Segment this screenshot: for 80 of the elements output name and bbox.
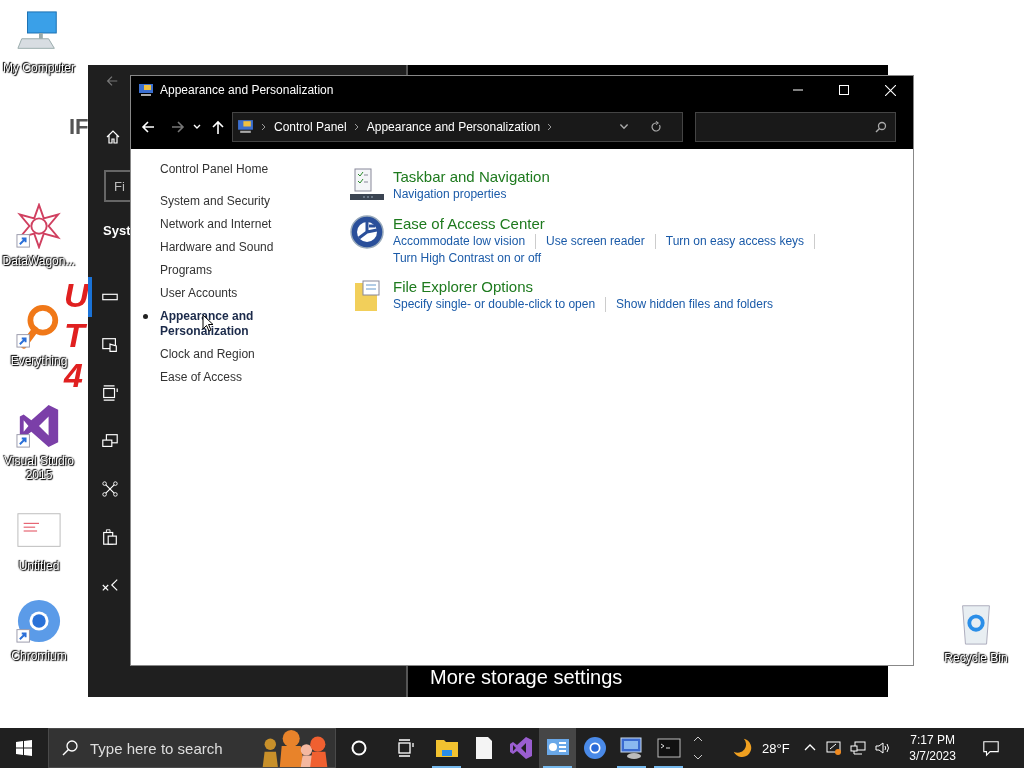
search-input[interactable]: Type here to search — [88, 738, 242, 758]
clock-date[interactable]: 3/7/2023 — [909, 748, 956, 764]
wallpaper-text: U — [64, 276, 89, 315]
task-link[interactable]: Show hidden files and folders — [616, 297, 773, 312]
star-pattern-icon[interactable] — [16, 203, 62, 249]
network-icon[interactable] — [849, 740, 866, 756]
task-link[interactable]: Turn High Contrast on or off — [393, 251, 542, 266]
category-link[interactable]: Hardware and Sound — [141, 240, 290, 255]
control-panel-icon — [138, 82, 154, 98]
category-link[interactable]: System and Security — [141, 194, 290, 209]
category-link[interactable]: Programs — [141, 263, 290, 278]
back-arrow-icon[interactable] — [140, 118, 156, 135]
section-title-link[interactable]: File Explorer Options — [393, 277, 534, 297]
wallpaper-text: T — [64, 316, 85, 355]
wallpaper-text: IF — [69, 114, 89, 140]
desktop-icon-label[interactable]: Untitled — [0, 559, 78, 573]
task-link[interactable]: Accommodate low vision — [393, 234, 537, 249]
search-icon — [62, 740, 78, 756]
chevron-icon[interactable] — [353, 122, 360, 131]
search-icon[interactable] — [875, 120, 887, 133]
moon-icon[interactable] — [731, 737, 753, 759]
project-icon — [101, 432, 119, 450]
refresh-icon[interactable] — [650, 120, 662, 133]
maximize-icon — [839, 85, 849, 95]
clipboard-icon — [101, 528, 119, 546]
close-icon — [884, 84, 896, 96]
chromium-icon[interactable] — [16, 598, 62, 644]
remote-icon — [101, 576, 119, 594]
ease-of-access-icon[interactable] — [349, 214, 385, 250]
address-bar[interactable]: Control Panel Appearance and Personalization — [232, 111, 683, 142]
volume-icon[interactable] — [873, 740, 890, 756]
category-link[interactable]: User Accounts — [141, 286, 290, 301]
search-box[interactable]: Type here to search — [48, 728, 336, 768]
category-link[interactable]: Clock and Region — [141, 347, 290, 362]
weather-temperature[interactable]: 28°F — [762, 740, 790, 756]
forward-arrow-icon[interactable] — [170, 118, 186, 135]
multitask-icon — [101, 384, 119, 402]
scroll-up-icon[interactable] — [693, 736, 703, 742]
task-link[interactable]: Navigation properties — [393, 187, 507, 202]
control-panel-home-link[interactable]: Control Panel Home — [141, 162, 269, 176]
search-field[interactable] — [695, 111, 896, 142]
task-link[interactable]: Use screen reader — [546, 234, 656, 249]
desktop-icon-label[interactable]: My Computer — [0, 61, 78, 75]
task-view-icon[interactable] — [395, 738, 415, 758]
section-heading: Syst — [103, 223, 131, 238]
category-link[interactable]: Ease of Access — [141, 370, 290, 385]
tablet-icon — [101, 336, 119, 354]
section-title-link[interactable]: Taskbar and Navigation — [393, 167, 550, 187]
cortana-icon[interactable] — [349, 738, 369, 758]
control-panel-icon — [237, 118, 254, 135]
checklist-taskbar-icon[interactable] — [349, 167, 385, 203]
terminal-icon — [656, 736, 681, 760]
desktop-icon-label[interactable]: Recycle Bin — [937, 651, 1015, 665]
storage-settings-link[interactable]: More storage settings — [430, 666, 623, 689]
home-icon[interactable] — [105, 129, 121, 145]
desktop-icon-label[interactable]: Visual Studio 2015 — [0, 454, 78, 482]
clock-time[interactable]: 7:17 PM — [910, 732, 955, 748]
monitor-icon — [619, 736, 644, 760]
breadcrumb-item[interactable]: Control Panel — [274, 119, 347, 134]
task-link[interactable]: Specify single- or double-click to open — [393, 297, 607, 312]
monitor-alert-icon[interactable] — [825, 740, 842, 756]
vs-icon — [508, 736, 533, 760]
desktop-icon-label[interactable]: DataWagon... — [0, 254, 78, 268]
breadcrumb-item[interactable]: Appearance and Personalization — [366, 119, 541, 134]
category-link[interactable]: Appearance and Personalization — [141, 309, 290, 339]
chevron-icon[interactable] — [261, 122, 267, 131]
notifications-icon[interactable] — [981, 739, 1000, 757]
category-link[interactable]: Network and Internet — [141, 217, 290, 232]
chromium-icon — [582, 736, 607, 760]
windows-logo-icon — [16, 740, 32, 756]
desktop-icon-label[interactable]: Chromium — [0, 649, 78, 663]
section-title-link[interactable]: Ease of Access Center — [393, 214, 545, 234]
up-arrow-icon[interactable] — [210, 118, 226, 135]
shared-icon — [101, 480, 119, 498]
chevron-icon[interactable] — [547, 122, 554, 131]
task-link[interactable]: Turn on easy access keys — [665, 234, 816, 249]
window-title: Appearance and Personalization — [160, 83, 335, 97]
control-panel-taskbar-button[interactable] — [539, 728, 576, 768]
search-field[interactable]: Fi — [104, 170, 130, 202]
scroll-down-icon[interactable] — [693, 754, 703, 760]
